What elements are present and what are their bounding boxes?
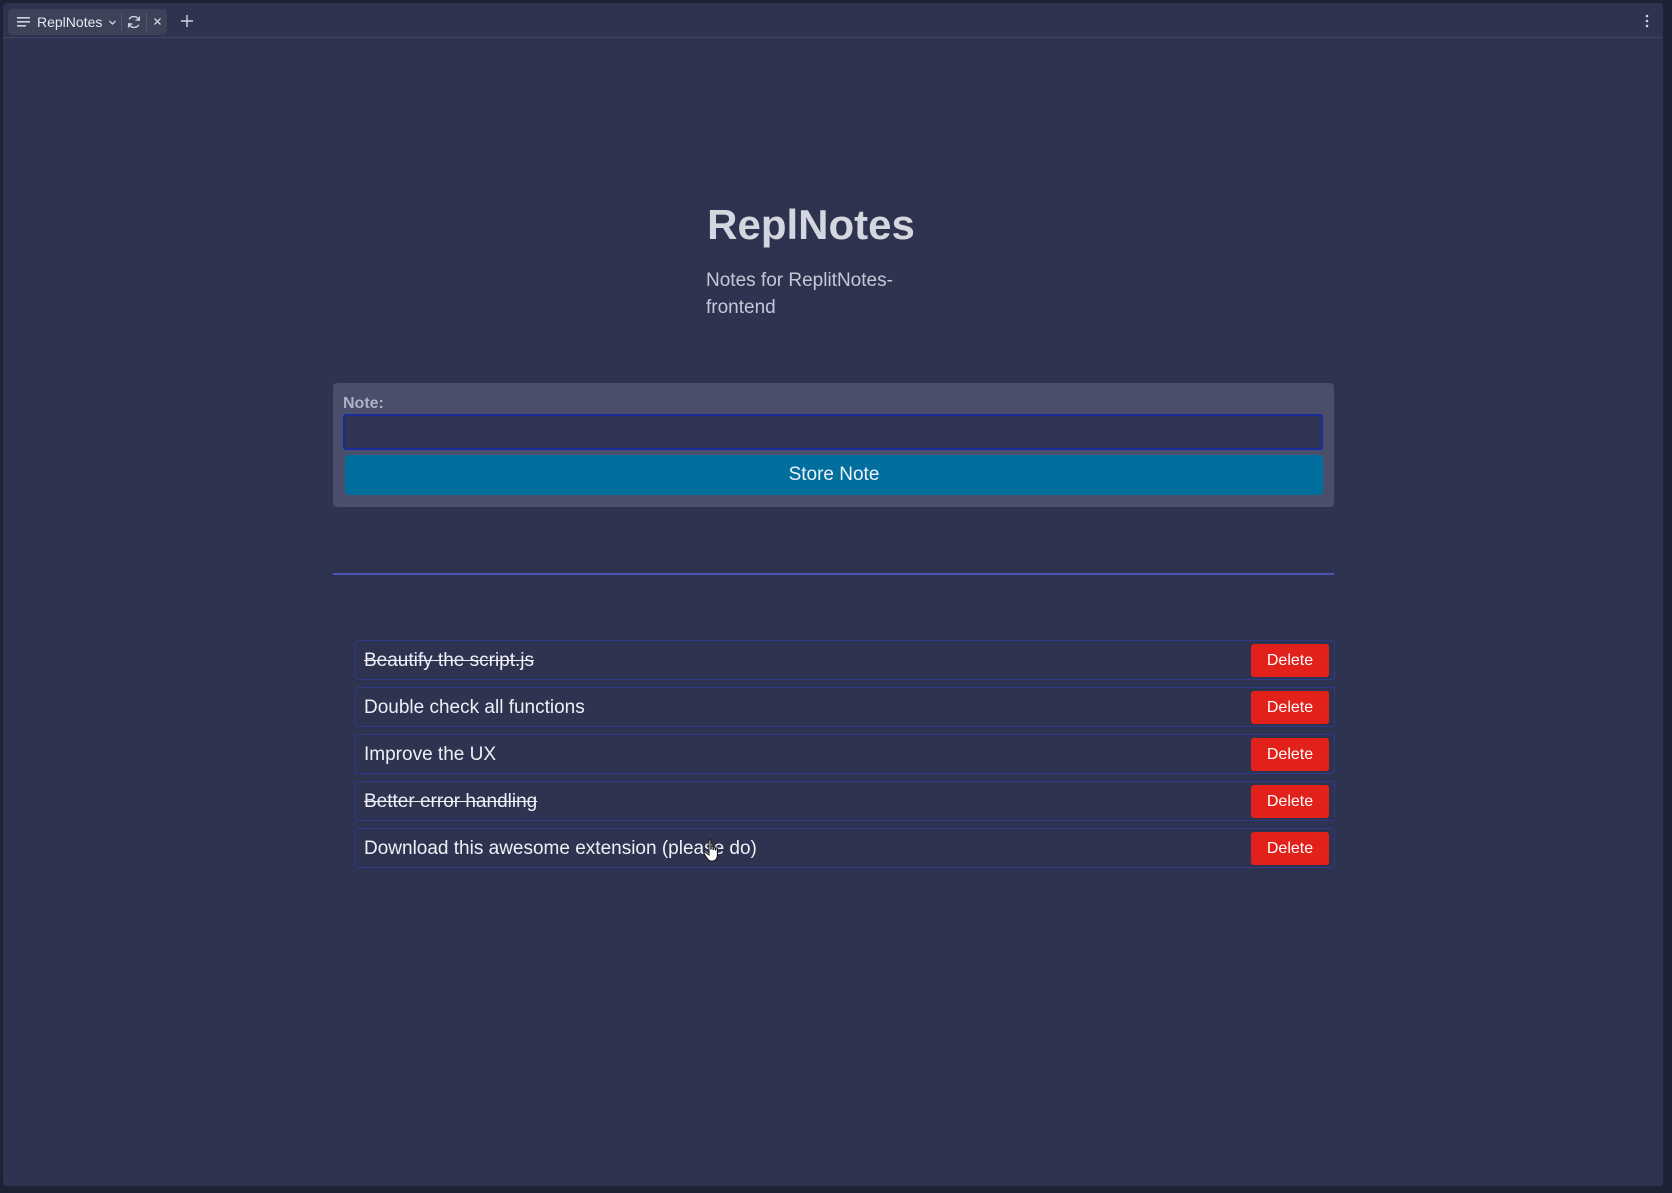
notes-list: Beautify the script.js Delete Double che… — [355, 640, 1335, 875]
divider — [333, 573, 1334, 575]
note-form: Note: Store Note — [333, 383, 1334, 507]
delete-button[interactable]: Delete — [1251, 785, 1329, 818]
note-item: Double check all functions Delete — [355, 687, 1335, 727]
reload-icon[interactable] — [126, 14, 142, 30]
note-item: Improve the UX Delete — [355, 734, 1335, 774]
tab-separator — [121, 13, 122, 31]
hand-pointer-cursor-icon — [703, 839, 718, 862]
note-input[interactable] — [343, 414, 1323, 450]
delete-button[interactable]: Delete — [1251, 691, 1329, 724]
tab-separator — [146, 13, 147, 31]
plus-icon[interactable] — [180, 14, 194, 28]
tab-replnotes[interactable]: ReplNotes — [8, 9, 167, 35]
doc-icon — [17, 17, 30, 27]
delete-button[interactable]: Delete — [1251, 832, 1329, 865]
note-item: Beautify the script.js Delete — [355, 640, 1335, 680]
note-text[interactable]: Better error handling — [364, 791, 537, 813]
tab-title: ReplNotes — [37, 14, 103, 30]
note-text[interactable]: Beautify the script.js — [364, 650, 534, 672]
page-subtitle: Notes for ReplitNotes-frontend — [706, 270, 893, 318]
chevron-down-icon[interactable] — [108, 18, 117, 27]
delete-button[interactable]: Delete — [1251, 738, 1329, 771]
note-label: Note: — [343, 395, 384, 412]
store-note-button[interactable]: Store Note — [345, 455, 1323, 495]
note-text[interactable]: Download this awesome extension (please … — [364, 838, 757, 860]
note-text[interactable]: Double check all functions — [364, 697, 585, 719]
browser-window: ReplNotes ReplNotes Notes for ReplitNote… — [3, 3, 1663, 1186]
close-icon[interactable] — [152, 16, 163, 27]
page-title: ReplNotes — [707, 201, 915, 248]
note-item: Download this awesome extension (please … — [355, 828, 1335, 868]
kebab-menu-icon[interactable] — [1645, 14, 1649, 28]
tab-bar: ReplNotes — [3, 3, 1663, 38]
note-item: Better error handling Delete — [355, 781, 1335, 821]
delete-button[interactable]: Delete — [1251, 644, 1329, 677]
note-text[interactable]: Improve the UX — [364, 744, 496, 766]
